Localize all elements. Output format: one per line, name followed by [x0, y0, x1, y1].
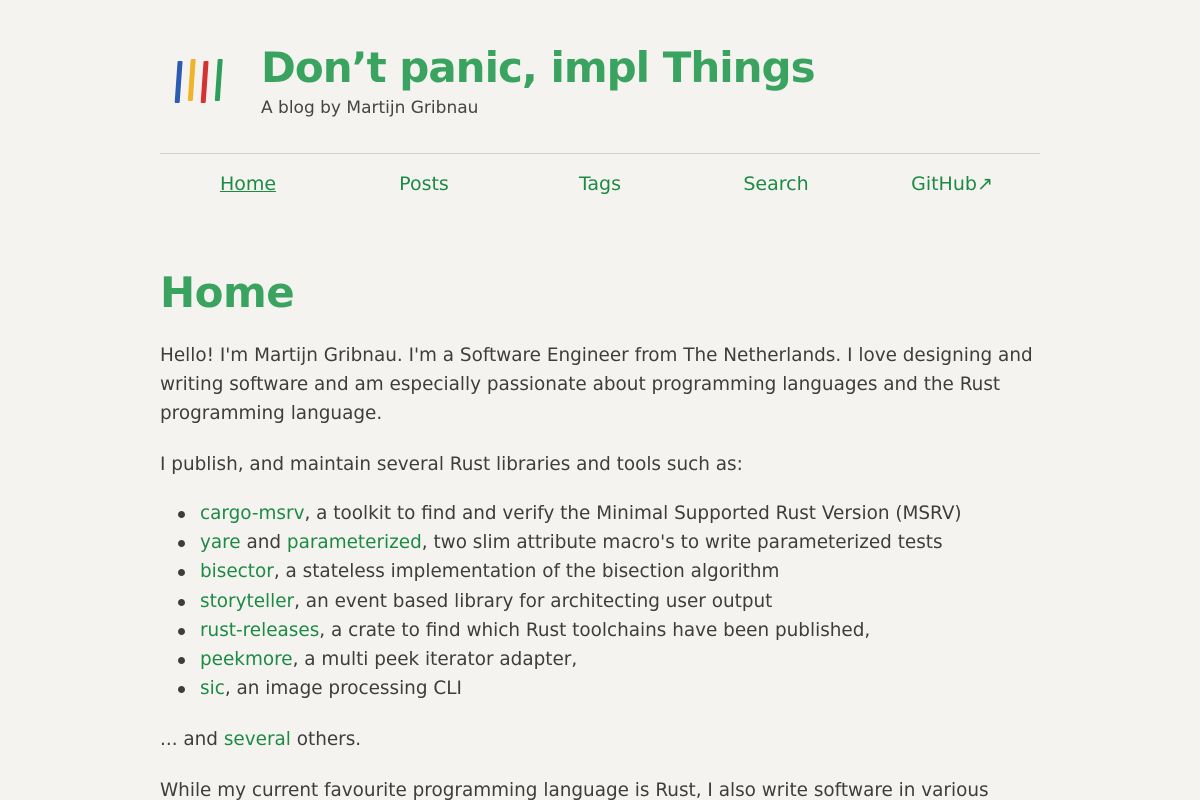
- list-item: rust-releases, a crate to find which Rus…: [178, 616, 1040, 645]
- project-description: , two slim attribute macro's to write pa…: [421, 532, 943, 554]
- project-description: , a stateless implementation of the bise…: [273, 561, 780, 583]
- project-conjunction: and: [240, 532, 287, 554]
- page-title: Home: [160, 268, 295, 317]
- intro-paragraph: Hello! I'm Martijn Gribnau. I'm a Softwa…: [160, 345, 1033, 424]
- project-list: cargo-msrv, a toolkit to find and verify…: [160, 499, 1040, 703]
- site-subtitle: A blog by Martijn Gribnau: [261, 98, 479, 118]
- others-prefix: ... and: [160, 729, 224, 751]
- several-link[interactable]: several: [224, 729, 291, 750]
- project-link-sic[interactable]: sic: [200, 678, 225, 699]
- nav-posts-link[interactable]: Posts: [336, 173, 512, 195]
- nav-tags-link[interactable]: Tags: [512, 173, 688, 195]
- project-link-peekmore[interactable]: peekmore: [200, 649, 293, 670]
- nav-home-link[interactable]: Home: [160, 173, 336, 195]
- nav-github-link[interactable]: GitHub↗: [864, 173, 1040, 195]
- others-suffix: others.: [290, 729, 362, 751]
- project-description: , an image processing CLI: [224, 678, 462, 700]
- logo-icon[interactable]: [174, 55, 226, 107]
- nav-search-link[interactable]: Search: [688, 173, 864, 195]
- list-item: cargo-msrv, a toolkit to find and verify…: [178, 499, 1040, 528]
- project-link-rust-releases[interactable]: rust-releases: [200, 620, 319, 641]
- closing-paragraph: While my current favourite programming l…: [160, 780, 989, 800]
- project-link-bisector[interactable]: bisector: [200, 561, 274, 582]
- project-description: , a toolkit to find and verify the Minim…: [304, 503, 962, 524]
- page: Don’t panic, impl Things A blog by Marti…: [160, 0, 1040, 800]
- project-description: , a multi peek iterator adapter,: [292, 649, 578, 671]
- list-item: peekmore, a multi peek iterator adapter,: [178, 645, 1040, 674]
- main-nav: Home Posts Tags Search GitHub↗: [160, 154, 1040, 214]
- others-paragraph: ... and several others.: [160, 725, 1040, 754]
- project-link-yare[interactable]: yare: [200, 532, 241, 553]
- site-header: Don’t panic, impl Things A blog by Marti…: [160, 0, 1040, 154]
- main-content: Home Hello! I'm Martijn Gribnau. I'm a S…: [160, 267, 1040, 800]
- list-item: yare and parameterized, two slim attribu…: [178, 528, 1040, 557]
- project-link-storyteller[interactable]: storyteller: [200, 591, 294, 612]
- list-item: bisector, a stateless implementation of …: [178, 557, 1040, 586]
- list-item: sic, an image processing CLI: [178, 674, 1040, 703]
- project-description: , a crate to find which Rust toolchains …: [319, 619, 871, 641]
- project-link-parameterized[interactable]: parameterized: [287, 532, 422, 553]
- publish-paragraph: I publish, and maintain several Rust lib…: [160, 454, 743, 475]
- project-description: , an event based library for architectin…: [294, 590, 773, 612]
- site-title[interactable]: Don’t panic, impl Things: [261, 42, 816, 94]
- project-link-cargo-msrv[interactable]: cargo-msrv: [200, 503, 304, 524]
- list-item: storyteller, an event based library for …: [178, 587, 1040, 616]
